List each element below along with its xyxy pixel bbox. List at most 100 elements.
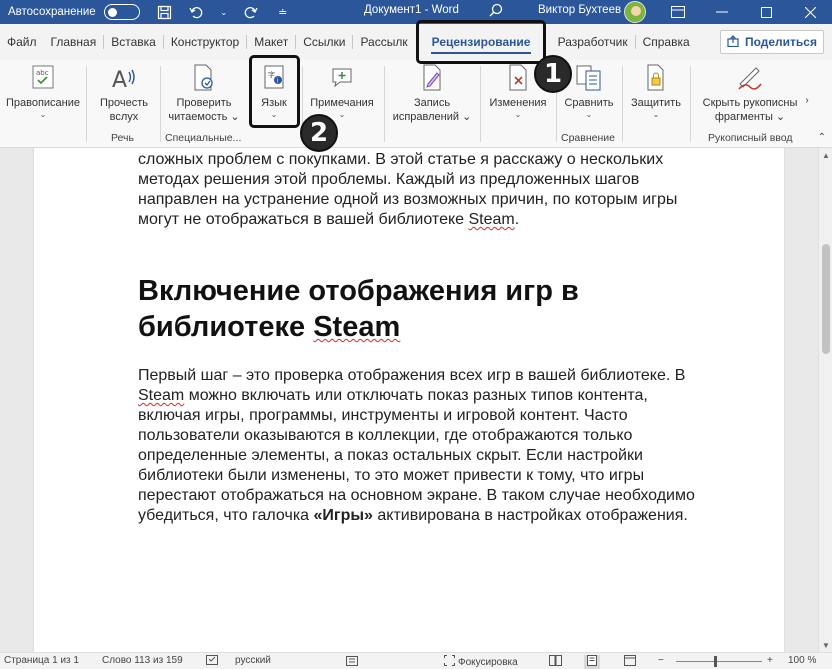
- text-line: библиотеки были изменены, то это может п…: [138, 467, 645, 484]
- read-mode-icon[interactable]: [549, 655, 562, 669]
- focus-icon: [444, 655, 455, 669]
- ribbon-scroll-right[interactable]: ›: [802, 94, 812, 108]
- document-page[interactable]: сложных проблем с покупками. В этой стат…: [34, 148, 784, 652]
- comments-button[interactable]: Примечания ⌄: [306, 64, 378, 119]
- tab-insert[interactable]: Вставка: [104, 24, 163, 60]
- vertical-scrollbar[interactable]: ▲ ▼: [818, 148, 832, 652]
- zoom-slider-track[interactable]: [676, 661, 762, 662]
- tab-references[interactable]: Ссылки: [296, 24, 352, 60]
- maximize-icon[interactable]: [744, 0, 788, 24]
- macro-icon[interactable]: [346, 655, 358, 669]
- collapse-ribbon-icon[interactable]: ⌃: [818, 132, 826, 143]
- misspelled-word: Steam: [468, 211, 515, 228]
- hide-ink-button[interactable]: Скрыть рукописны фрагменты ⌄: [696, 64, 804, 124]
- tab-file[interactable]: Файл: [0, 24, 44, 60]
- zoom-slider-thumb[interactable]: [714, 656, 717, 667]
- ink-icon: [736, 64, 764, 92]
- print-layout-icon[interactable]: [584, 655, 600, 669]
- heading: Включение отображения игр в библиотеке S…: [138, 273, 738, 345]
- language-status[interactable]: русский: [235, 655, 271, 666]
- share-icon: [727, 34, 741, 50]
- accessibility-icon: [190, 64, 218, 92]
- autosave-control[interactable]: Автосохранение: [8, 4, 140, 20]
- text-line: определенные элементы, а показ остальных…: [138, 447, 643, 464]
- save-icon[interactable]: [156, 3, 174, 21]
- check-accessibility-button[interactable]: Проверить читаемость ⌄: [164, 64, 244, 124]
- minimize-icon[interactable]: [700, 0, 744, 24]
- text-line: Steam можно включать или отключать показ…: [138, 387, 648, 404]
- scroll-thumb[interactable]: [822, 244, 830, 354]
- comment-icon: [328, 64, 356, 92]
- group-label-speech: Речь: [111, 132, 134, 144]
- chevron-down-icon: ⌄: [39, 110, 47, 119]
- tab-mailings[interactable]: Рассылк: [353, 24, 414, 60]
- redo-icon[interactable]: [242, 3, 260, 21]
- tab-design[interactable]: Конструктор: [164, 24, 246, 60]
- status-bar: Страница 1 из 1 Слово 113 из 159 русский…: [0, 652, 832, 669]
- word-count[interactable]: Слово 113 из 159: [102, 655, 183, 666]
- scroll-up-icon[interactable]: ▲: [819, 148, 832, 162]
- autosave-label: Автосохранение: [8, 6, 96, 18]
- compare-icon: [575, 64, 603, 92]
- tab-home[interactable]: Главная: [44, 24, 104, 60]
- tab-developer[interactable]: Разработчик: [551, 24, 635, 60]
- paragraph-intro: сложных проблем с покупками. В этой стат…: [138, 150, 738, 230]
- group-label-accessibility: Специальные...: [165, 132, 242, 144]
- bold-text: «Игры»: [313, 507, 373, 524]
- zoom-level[interactable]: 100 %: [788, 655, 816, 666]
- track-changes-button[interactable]: Запись исправлений ⌄: [390, 64, 474, 124]
- paragraph-main: Первый шаг – это проверка отображения вс…: [138, 366, 738, 526]
- comments-label: Примечания: [310, 97, 374, 109]
- tab-help[interactable]: Справка: [636, 24, 697, 60]
- chevron-down-icon[interactable]: ⌄: [220, 3, 228, 21]
- reject-change-icon: [504, 64, 532, 92]
- step-badge-2: 2: [300, 114, 338, 152]
- heading-line: Включение отображения игр в: [138, 275, 579, 307]
- customize-icon[interactable]: ≐: [274, 3, 292, 21]
- ribbon: abc Правописание ⌄ A Прочесть вслух Речь…: [0, 60, 832, 148]
- document-title: Документ1 - Word: [364, 4, 459, 16]
- zoom-in-button[interactable]: +: [767, 655, 773, 666]
- focus-mode[interactable]: Фокусировка: [444, 655, 518, 669]
- read-aloud-label-2: вслух: [109, 111, 139, 123]
- read-aloud-label-1: Прочесть: [99, 97, 149, 109]
- spelling-button[interactable]: abc Правописание ⌄: [4, 64, 82, 119]
- page-count[interactable]: Страница 1 из 1: [4, 655, 79, 666]
- share-label: Поделиться: [744, 35, 817, 49]
- zoom-out-button[interactable]: −: [658, 655, 664, 666]
- text-line: убедиться, что галочка «Игры» активирова…: [138, 507, 688, 524]
- text-line: методах решения этой проблемы. Каждый из…: [138, 171, 640, 188]
- spelling-icon: abc: [29, 64, 57, 92]
- changes-label: Изменения: [489, 97, 547, 109]
- text-line: включая игры, программы, инструменты и и…: [138, 407, 628, 424]
- svg-text:abc: abc: [36, 69, 49, 77]
- group-label-compare: Сравнение: [561, 132, 615, 144]
- compare-label: Сравнить: [564, 97, 614, 109]
- lock-icon: [642, 64, 670, 92]
- protect-button[interactable]: Защитить ⌄: [626, 64, 686, 119]
- proofing-icon[interactable]: [206, 655, 218, 669]
- step-badge-1: 1: [534, 55, 572, 93]
- misspelled-word: Steam: [313, 311, 401, 343]
- scroll-down-icon[interactable]: ▼: [819, 638, 832, 652]
- track-changes-label-2: исправлений ⌄: [392, 111, 472, 123]
- chevron-down-icon: ⌄: [585, 110, 593, 119]
- text-line: сложных проблем с покупками. В этой стат…: [138, 151, 664, 168]
- read-aloud-button[interactable]: A Прочесть вслух: [94, 64, 154, 124]
- user-name[interactable]: Виктор Бухтеев: [538, 4, 621, 16]
- text-line: перестают отображаться на основном экран…: [138, 487, 695, 504]
- check-accessibility-label-2: читаемость ⌄: [168, 111, 240, 123]
- avatar[interactable]: [624, 1, 646, 23]
- highlight-review-tab: [416, 20, 546, 64]
- autosave-toggle[interactable]: [103, 4, 140, 20]
- undo-icon[interactable]: [188, 3, 206, 21]
- text-line: Первый шаг – это проверка отображения вс…: [138, 367, 686, 384]
- document-area[interactable]: сложных проблем с покупками. В этой стат…: [0, 148, 818, 652]
- close-icon[interactable]: [788, 0, 832, 24]
- protect-label: Защитить: [631, 97, 681, 109]
- ribbon-display-icon[interactable]: [656, 0, 700, 24]
- share-button[interactable]: Поделиться: [719, 30, 824, 54]
- track-changes-label-1: Запись: [413, 97, 451, 109]
- web-layout-icon[interactable]: [624, 655, 636, 669]
- chevron-down-icon: ⌄: [514, 110, 522, 119]
